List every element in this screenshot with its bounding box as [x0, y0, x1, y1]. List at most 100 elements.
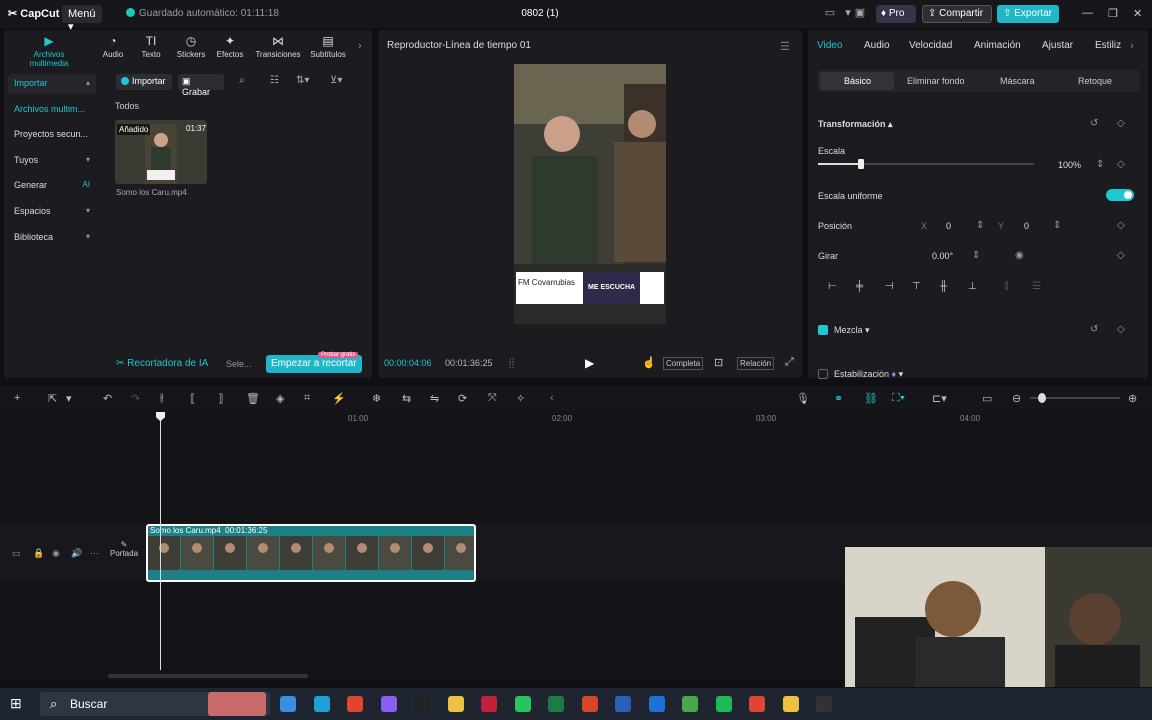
- maximize-icon[interactable]: ❐: [1108, 7, 1118, 20]
- screen-icon[interactable]: ▣: [852, 6, 868, 22]
- transform-section-title[interactable]: Transformación ▴: [818, 119, 893, 130]
- keyframe-icon[interactable]: ◇: [1117, 250, 1125, 261]
- sidebar-item-importar[interactable]: Importar ▴: [8, 74, 96, 94]
- pos-x-input[interactable]: 0: [946, 221, 951, 231]
- playhead[interactable]: [160, 416, 161, 670]
- sidebar-item-generar[interactable]: Generar AI: [8, 176, 96, 196]
- chevron-right-icon[interactable]: ›: [358, 40, 362, 52]
- spotify-icon[interactable]: [715, 696, 732, 712]
- export-button[interactable]: ⇧ Exportar: [997, 5, 1059, 23]
- sidebar-item-archivos[interactable]: Archivos multim...: [8, 100, 96, 120]
- keyframe-icon[interactable]: ◇: [1117, 220, 1125, 231]
- scale-slider-knob[interactable]: [858, 159, 865, 169]
- microphone-icon[interactable]: 🎙: [796, 392, 810, 405]
- align-top-icon[interactable]: ⊤: [912, 281, 921, 292]
- folder-icon[interactable]: [782, 696, 799, 712]
- align-center-h-icon[interactable]: ╪: [856, 281, 863, 292]
- stabilize-section-title[interactable]: Estabilización ♦ ▾: [834, 369, 903, 380]
- menu-button[interactable]: Menú ▾: [62, 5, 102, 33]
- subtab-basic[interactable]: Básico: [844, 76, 871, 86]
- undo-icon[interactable]: ↶: [103, 392, 112, 405]
- cover-button[interactable]: ✎ Portada: [110, 540, 138, 568]
- rotate-dial-icon[interactable]: ◉: [1015, 250, 1024, 261]
- timeline-grid-icon[interactable]: ⣿: [508, 358, 515, 369]
- zoom-in-icon[interactable]: ⊕: [1128, 392, 1137, 405]
- keyframe-icon[interactable]: ◇: [1117, 118, 1125, 129]
- capcut2-icon[interactable]: [816, 696, 832, 712]
- generic-app-icon[interactable]: [648, 696, 665, 712]
- ai-cutter-label[interactable]: ✂ Recortadora de IA: [116, 358, 208, 369]
- uniform-scale-toggle[interactable]: [1106, 189, 1134, 201]
- play-button[interactable]: ▶: [585, 356, 594, 370]
- sidebar-item-proyectos[interactable]: Proyectos secun...: [8, 125, 96, 145]
- share-button[interactable]: ⇪ Compartir: [922, 5, 992, 23]
- chevron-right-icon[interactable]: ›: [1130, 40, 1134, 52]
- filter-icon[interactable]: ⊻▾: [330, 75, 342, 86]
- windows-start-icon[interactable]: ⊞: [10, 695, 22, 712]
- preview-axis-icon[interactable]: ⛶▾: [892, 392, 905, 405]
- monitor-icon[interactable]: ▭: [982, 392, 992, 405]
- blend-section-title[interactable]: Mezcla ▾: [834, 325, 870, 336]
- speed-icon[interactable]: ⚡: [332, 392, 346, 405]
- marker-icon[interactable]: ◈: [276, 392, 284, 405]
- sidebar-item-espacios[interactable]: Espacios ▾: [8, 202, 96, 222]
- split-icon[interactable]: ⫲: [160, 392, 164, 405]
- rotate-input[interactable]: 0.00°: [932, 251, 953, 261]
- epic-icon[interactable]: [481, 696, 497, 712]
- sort-icon[interactable]: ⇅▾: [296, 75, 309, 86]
- align-left-icon[interactable]: ⊢: [828, 281, 837, 292]
- mirror-icon[interactable]: ⇋: [430, 392, 439, 405]
- magic-icon[interactable]: ✧: [516, 392, 525, 405]
- subtab-mask[interactable]: Máscara: [1000, 76, 1035, 86]
- more-icon[interactable]: ⋯: [90, 548, 99, 559]
- zoom-slider-knob[interactable]: [1038, 393, 1046, 403]
- chrome2-icon[interactable]: [749, 696, 765, 712]
- menu-lines-icon[interactable]: ☰: [780, 40, 790, 53]
- scale-value[interactable]: 100%: [1058, 160, 1081, 170]
- reset-icon[interactable]: ↺: [1090, 324, 1098, 335]
- excel-icon[interactable]: [548, 696, 564, 712]
- tab-audio-props[interactable]: Audio: [864, 40, 890, 51]
- stepper-icon[interactable]: ⇕: [1096, 159, 1104, 170]
- delete-icon[interactable]: 🗑: [246, 392, 260, 405]
- keyframe-icon[interactable]: ◇: [1117, 324, 1125, 335]
- crop-icon[interactable]: ⌗: [304, 392, 310, 405]
- tab-style[interactable]: Estiliz: [1095, 40, 1121, 51]
- tab-video[interactable]: Video: [817, 40, 842, 51]
- tab-transitions[interactable]: ⋈ Transiciones: [250, 34, 306, 59]
- record-button[interactable]: ▣ Grabar: [178, 74, 224, 97]
- stepper-icon[interactable]: ⇕: [976, 220, 984, 231]
- explorer-icon[interactable]: [447, 696, 464, 712]
- fullscreen-icon[interactable]: ⤢: [785, 356, 794, 369]
- transform-icon[interactable]: ⤧: [488, 392, 497, 405]
- trim-left-icon[interactable]: ⟦: [190, 392, 195, 405]
- split-screen-icon[interactable]: ⊏▾: [932, 392, 947, 405]
- view-grid-icon[interactable]: ☷: [270, 75, 279, 86]
- tab-adjust[interactable]: Ajustar: [1042, 40, 1073, 51]
- lock-icon[interactable]: 🔒: [33, 548, 44, 559]
- stepper-icon[interactable]: ⇕: [972, 250, 980, 261]
- full-quality-button[interactable]: Completa: [663, 357, 704, 370]
- minecraft-icon[interactable]: [682, 696, 698, 712]
- sidebar-item-biblioteca[interactable]: Biblioteca ▾: [8, 228, 96, 248]
- taskview-icon[interactable]: [280, 696, 296, 712]
- keyframe-icon[interactable]: ◇: [1117, 159, 1125, 170]
- sidebar-item-tuyos[interactable]: Tuyos ▾: [8, 151, 96, 171]
- tab-media[interactable]: ▶ Archivos multimedia: [24, 34, 74, 68]
- layout-icon[interactable]: ▭: [822, 6, 838, 22]
- align-center-v-icon[interactable]: ╫: [940, 281, 947, 292]
- magnet-icon[interactable]: ⚭: [834, 392, 843, 405]
- add-track-icon[interactable]: +: [14, 392, 20, 404]
- stabilize-checkbox[interactable]: [818, 369, 828, 379]
- align-bottom-icon[interactable]: ⊥: [968, 281, 977, 292]
- reset-icon[interactable]: ↺: [1090, 118, 1098, 129]
- tab-animation[interactable]: Animación: [974, 40, 1021, 51]
- tab-subtitles[interactable]: ▤ Subtítulos: [303, 34, 353, 59]
- tab-speed[interactable]: Velocidad: [909, 40, 952, 51]
- import-button[interactable]: Importar: [116, 74, 172, 90]
- word-icon[interactable]: [615, 696, 631, 712]
- copilot-icon[interactable]: [380, 696, 397, 712]
- timeline-scrollbar[interactable]: [108, 674, 308, 678]
- eye-icon[interactable]: ◉: [52, 548, 60, 559]
- chrome-icon[interactable]: [347, 696, 363, 712]
